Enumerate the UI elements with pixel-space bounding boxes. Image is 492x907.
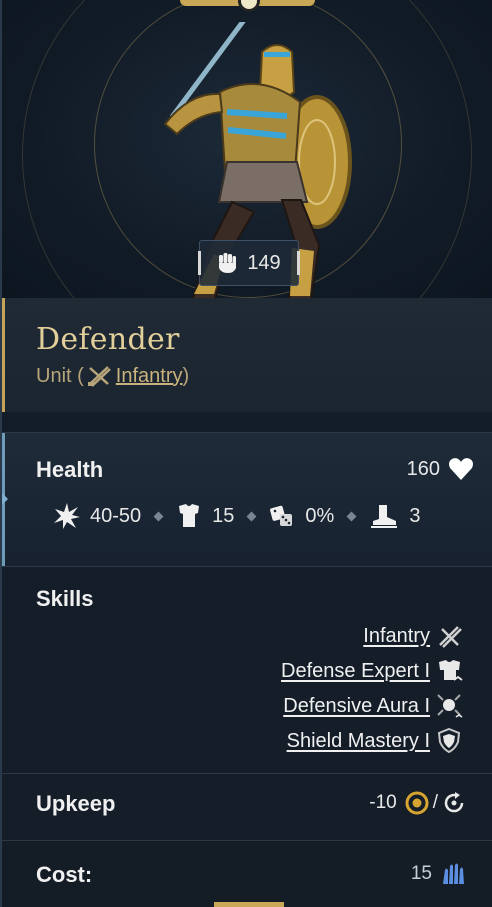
skill-infantry[interactable]: Infantry — [363, 623, 464, 649]
cost-label: Cost: — [36, 862, 93, 887]
luck-stat: 0% — [269, 503, 334, 529]
power-rating-badge: 149 — [198, 240, 300, 286]
skills-block: Skills Infantry Defense Expert I Defensi… — [2, 567, 492, 773]
gold-coin-icon — [405, 791, 429, 815]
unit-type-prefix: Unit ( — [36, 364, 84, 387]
unit-portrait: 149 — [2, 0, 492, 298]
health-stats-block: Health 160 40-50 15 0% 3 — [2, 433, 492, 566]
armor-icon — [179, 504, 200, 527]
turn-cycle-icon — [444, 792, 464, 813]
health-value: 160 — [407, 457, 474, 481]
defense-expert-icon — [439, 660, 463, 681]
damage-burst-icon — [54, 503, 80, 529]
dice-icon — [270, 505, 293, 526]
movement-stat: 3 — [369, 503, 420, 529]
unit-type-suffix: ) — [182, 364, 190, 387]
defensive-aura-icon — [437, 694, 463, 718]
upkeep-label: Upkeep — [36, 791, 116, 816]
cost-value: 15 — [411, 862, 466, 886]
unit-title-block: Defender Unit ( Infantry ) — [2, 298, 492, 412]
upkeep-block: Upkeep -10 / — [2, 774, 492, 840]
skill-defense-expert[interactable]: Defense Expert I — [281, 658, 464, 684]
infantry-link[interactable]: Infantry — [116, 365, 183, 388]
cost-block: Cost: 15 — [2, 841, 492, 907]
unit-info-panel: 149 Defender Unit ( Infantry ) Health 16… — [0, 0, 492, 907]
skill-shield-mastery[interactable]: Shield Mastery I — [287, 728, 464, 754]
armor-stat: 15 — [176, 503, 234, 529]
movement-boot-icon — [371, 505, 398, 528]
bottom-accent-bar — [214, 902, 284, 907]
fist-icon — [219, 253, 237, 273]
damage-stat: 40-50 — [54, 503, 141, 529]
crossed-swords-icon — [439, 626, 462, 648]
skills-label: Skills — [36, 586, 94, 611]
power-value: 149 — [247, 251, 281, 274]
health-label: Health — [36, 457, 104, 482]
skill-list: Infantry Defense Expert I Defensive Aura… — [281, 623, 464, 754]
upkeep-value: -10 / — [369, 791, 466, 815]
unit-type: Unit ( Infantry ) — [36, 364, 189, 388]
skill-defensive-aura[interactable]: Defensive Aura I — [283, 693, 464, 719]
selection-arrow-icon — [2, 493, 8, 505]
crossed-swords-icon — [87, 366, 111, 387]
shield-mastery-icon — [437, 728, 461, 754]
production-hand-icon — [443, 863, 464, 884]
combat-stats-row: 40-50 15 0% 3 — [54, 503, 420, 529]
heart-icon — [449, 458, 473, 480]
unit-name: Defender — [36, 322, 180, 357]
